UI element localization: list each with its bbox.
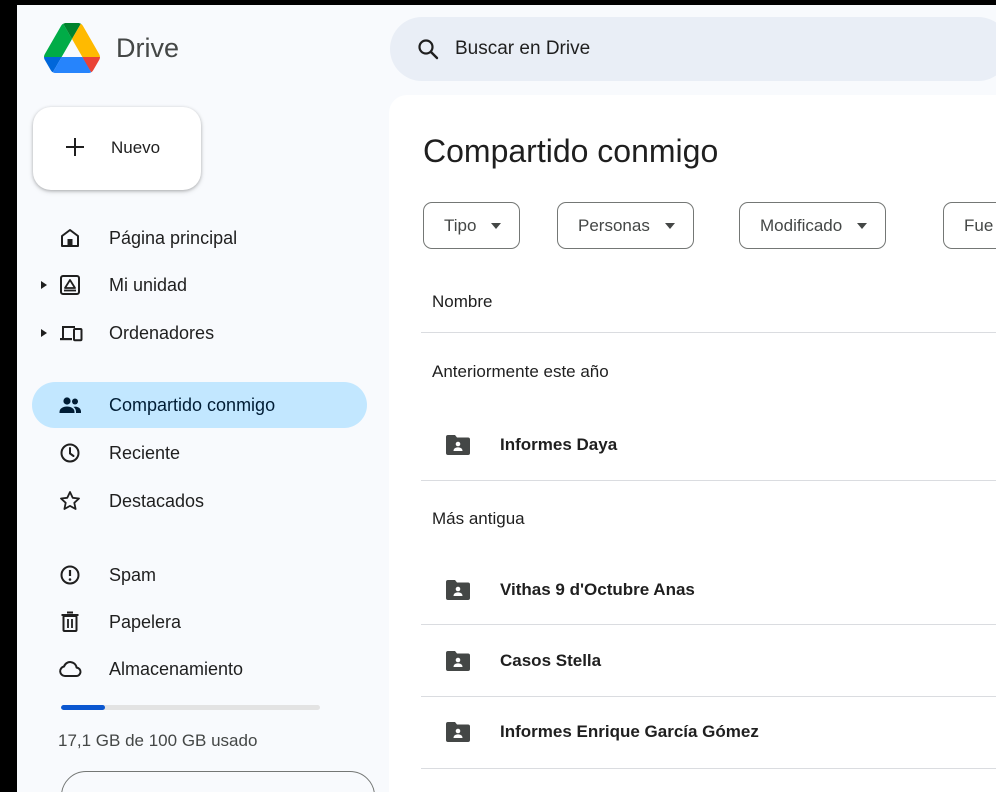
sidebar-item-label: Spam xyxy=(109,565,157,585)
sidebar-item-computers[interactable]: Ordenadores xyxy=(32,310,367,356)
new-button-label: Nuevo xyxy=(111,138,161,157)
drive-logo-text: Drive xyxy=(116,32,180,63)
section-label: Anteriormente este año xyxy=(432,362,609,381)
file-row[interactable]: Informes Enrique García Gómez xyxy=(421,697,996,767)
dropdown-arrow-icon xyxy=(857,222,868,229)
sidebar-item-label: Almacenamiento xyxy=(109,659,244,679)
sidebar-item-starred[interactable]: Destacados xyxy=(32,478,367,524)
file-name: Vithas 9 d'Octubre Anas xyxy=(500,580,695,599)
frame-left-border xyxy=(0,0,17,792)
shared-folder-icon xyxy=(446,580,470,600)
drive-app: Drive Nuevo Página principal Mi unidad xyxy=(17,5,996,792)
sidebar-item-recent[interactable]: Reciente xyxy=(32,430,367,476)
filter-chip-label: Modificado xyxy=(760,215,843,235)
filter-chip-label: Personas xyxy=(578,215,650,235)
sidebar-item-spam[interactable]: Spam xyxy=(32,552,367,598)
get-more-storage-button[interactable] xyxy=(61,771,375,792)
storage-usage-bar xyxy=(61,705,320,710)
search-icon[interactable] xyxy=(416,37,440,61)
filter-chip-type[interactable]: Tipo xyxy=(423,202,521,249)
home-icon xyxy=(61,229,79,247)
storage-usage-fill xyxy=(61,705,106,710)
dropdown-arrow-icon xyxy=(491,222,502,229)
sidebar-item-label: Ordenadores xyxy=(109,323,215,343)
sidebar-item-label: Mi unidad xyxy=(109,275,188,295)
sidebar-item-shared-with-me[interactable]: Compartido conmigo xyxy=(32,382,367,428)
file-name: Casos Stella xyxy=(500,651,602,670)
file-row[interactable]: Casos Stella xyxy=(421,626,996,696)
file-row[interactable]: Vithas 9 d'Octubre Anas xyxy=(421,555,996,625)
search-bar[interactable] xyxy=(390,17,996,81)
file-name: Informes Enrique García Gómez xyxy=(500,722,759,741)
divider xyxy=(421,768,996,769)
sidebar-item-label: Compartido conmigo xyxy=(109,395,276,415)
sidebar-item-label: Reciente xyxy=(109,443,181,463)
sidebar-item-trash[interactable]: Papelera xyxy=(32,599,367,645)
column-header-name[interactable]: Nombre xyxy=(432,292,492,312)
filter-chip-people[interactable]: Personas xyxy=(557,202,694,249)
trash-icon xyxy=(61,611,79,632)
divider xyxy=(421,624,996,625)
clock-icon xyxy=(60,443,80,463)
cloud-icon xyxy=(59,661,82,678)
sidebar-item-label: Papelera xyxy=(109,612,182,632)
divider xyxy=(421,480,996,481)
computers-icon xyxy=(60,326,83,342)
sidebar-item-home[interactable]: Página principal xyxy=(32,215,367,261)
storage-usage-text: 17,1 GB de 100 GB usado xyxy=(58,731,258,750)
page-title: Compartido conmigo xyxy=(423,133,719,169)
sidebar-item-label: Destacados xyxy=(109,491,205,511)
sidebar-item-my-drive[interactable]: Mi unidad xyxy=(32,262,367,308)
file-name: Informes Daya xyxy=(500,435,618,454)
spam-icon xyxy=(60,565,80,585)
section-label: Más antigua xyxy=(432,509,525,528)
dropdown-arrow-icon xyxy=(664,222,675,229)
sidebar-item-label: Página principal xyxy=(109,228,238,248)
shared-folder-icon xyxy=(446,651,470,671)
drive-logo-icon xyxy=(44,23,100,73)
my-drive-icon xyxy=(60,275,80,295)
divider xyxy=(421,332,996,333)
search-input[interactable] xyxy=(455,17,955,81)
shared-folder-icon xyxy=(446,722,470,742)
filter-chip-label: Tipo xyxy=(444,215,477,235)
star-icon xyxy=(60,491,80,510)
shared-folder-icon xyxy=(446,435,470,455)
new-button[interactable]: Nuevo xyxy=(33,107,201,190)
filter-chip-source[interactable]: Fue xyxy=(943,202,996,249)
filter-chip-label: Fue xyxy=(964,215,994,235)
sidebar-item-storage[interactable]: Almacenamiento xyxy=(32,646,367,692)
shared-people-icon xyxy=(59,397,81,413)
expand-caret-icon[interactable] xyxy=(41,281,47,289)
expand-caret-icon[interactable] xyxy=(41,329,47,337)
plus-icon xyxy=(66,138,84,156)
file-row[interactable]: Informes Daya xyxy=(421,410,996,480)
filter-chip-modified[interactable]: Modificado xyxy=(739,202,887,249)
drive-logo[interactable]: Drive xyxy=(44,23,179,73)
main-panel: Compartido conmigo Tipo Personas Modific… xyxy=(389,95,996,792)
